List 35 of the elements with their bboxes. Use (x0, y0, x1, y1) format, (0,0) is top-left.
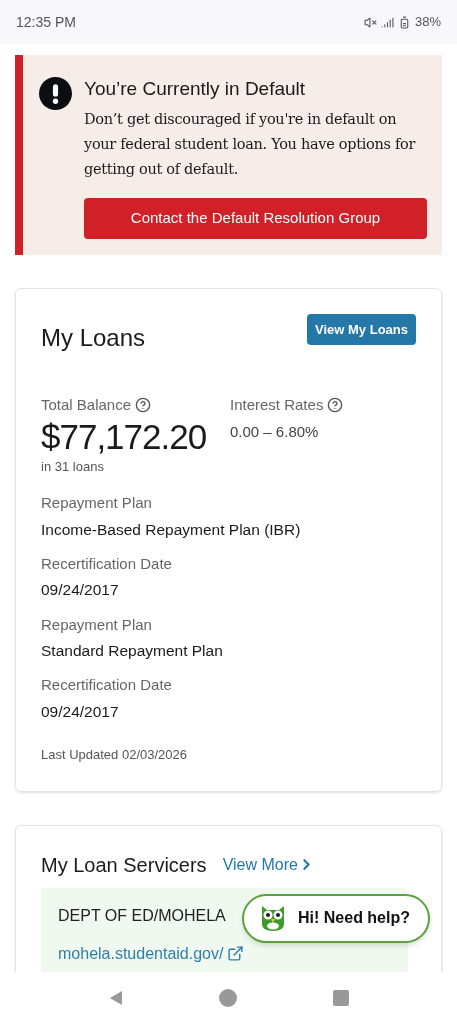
detail-label: Repayment Plan (41, 614, 153, 635)
servicer-link[interactable]: mohela.studentaid.gov/ (58, 941, 245, 966)
help-icon[interactable] (135, 397, 152, 414)
recents-icon[interactable] (333, 989, 350, 1006)
alert-message: Don’t get discouraged if you're in default on your federal student loan. You have options for getting out of default. (84, 110, 417, 179)
detail-label: Repayment Plan (41, 493, 153, 513)
view-more-link[interactable]: View More (222, 852, 315, 877)
signal-icon (380, 15, 394, 29)
exclamation-icon (39, 77, 72, 110)
detail-value: 09/24/2017 (41, 701, 120, 722)
interest-label: Interest Rates (230, 395, 324, 415)
contact-button[interactable]: Contact the Default Resolution Group (84, 198, 427, 239)
detail-value: Income-Based Repayment Plan (IBR) (41, 519, 302, 540)
help-icon[interactable] (327, 397, 344, 414)
external-link-icon (227, 945, 245, 962)
home-icon[interactable] (219, 988, 238, 1007)
servicer-name: DEPT OF ED/MOHELA (58, 905, 226, 926)
detail-label: Recertification Date (41, 675, 173, 696)
servicers-title: My Loan Servicers (41, 852, 207, 878)
owl-icon (260, 904, 286, 932)
last-updated: Last Updated 02/03/2026 (41, 746, 188, 764)
detail-value: Standard Repayment Plan (41, 641, 224, 661)
loan-count: in 31 loans (41, 457, 105, 476)
detail-label: Recertification Date (41, 553, 173, 574)
interest-value: 0.00 – 6.80% (230, 421, 320, 442)
balance-label: Total Balance (41, 395, 132, 415)
detail-value: 09/24/2017 (41, 580, 120, 601)
chat-button[interactable]: Hi! Need help? (242, 893, 430, 943)
total-balance: $77,172.20 (41, 416, 208, 457)
battery-percent: 38% (414, 13, 441, 32)
view-loans-button[interactable]: View My Loans (307, 314, 416, 345)
loans-title: My Loans (41, 323, 146, 353)
alert-title: You’re Currently in Default (84, 77, 307, 101)
status-time: 12:35 PM (16, 12, 76, 32)
mute-icon (363, 15, 377, 29)
